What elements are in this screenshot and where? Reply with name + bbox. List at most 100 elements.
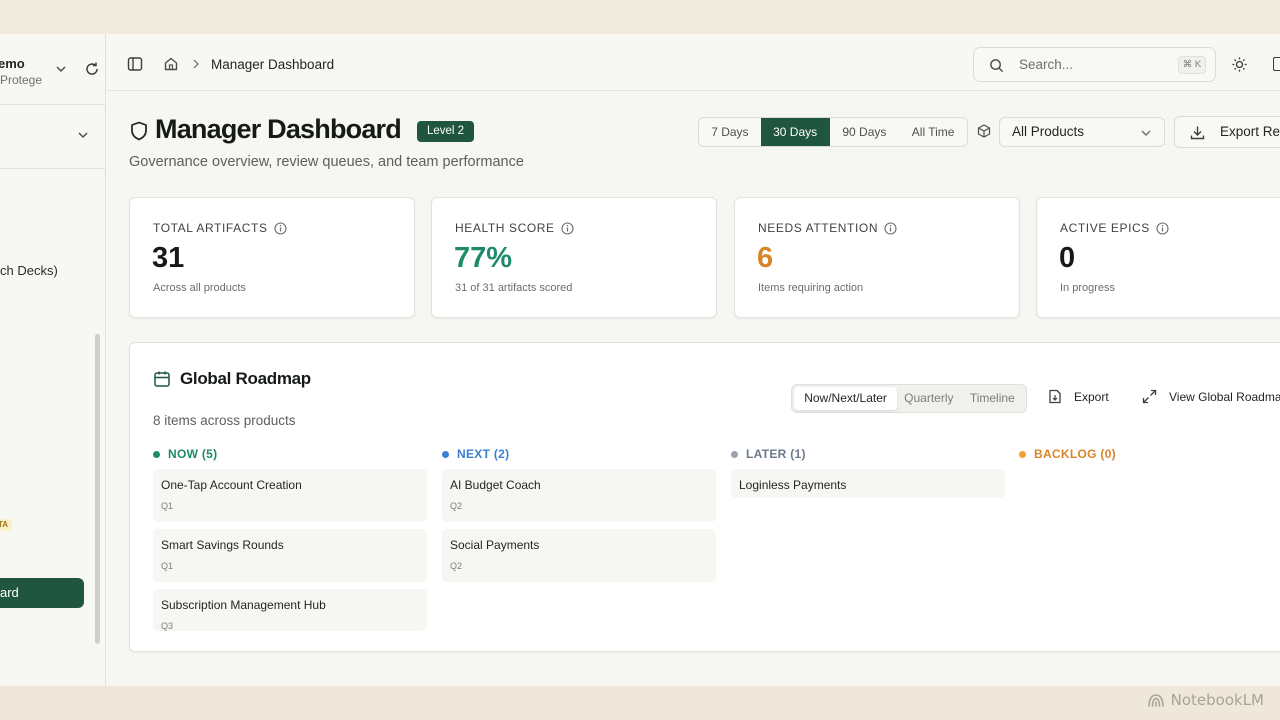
stat-label: TOTAL ARTIFACTS [153, 221, 287, 235]
export-report-label: Export Re [1220, 124, 1280, 139]
chevron-down-icon[interactable] [54, 62, 68, 76]
stat-label: ACTIVE EPICS [1060, 221, 1169, 235]
range-7-days[interactable]: 7 Days [699, 118, 761, 146]
stat-note: 31 of 31 artifacts scored [455, 282, 573, 294]
column-heading-now: NOW (5) [153, 447, 217, 461]
range-90-days[interactable]: 90 Days [830, 118, 900, 146]
roadmap-item-quarter: Q1 [161, 501, 174, 511]
shield-icon [131, 121, 147, 141]
stat-note: Across all products [153, 282, 246, 294]
chevron-right-icon [193, 59, 199, 69]
status-dot [1019, 450, 1026, 458]
stat-note: In progress [1060, 282, 1116, 294]
stat-label: NEEDS ATTENTION [758, 221, 897, 235]
page-subtitle: Governance overview, review queues, and … [129, 154, 524, 170]
sidebar-scrollbar[interactable] [95, 334, 100, 644]
search-icon [990, 59, 1004, 73]
view-global-roadmap-label: View Global Roadma [1169, 389, 1280, 404]
status-dot [153, 450, 160, 458]
expand-icon [1142, 389, 1157, 404]
workspace-subtitle: Protege [0, 73, 43, 87]
global-roadmap-card: Global Roadmap 8 items across products N… [129, 342, 1280, 652]
info-icon[interactable] [561, 221, 574, 235]
info-icon[interactable] [884, 221, 897, 235]
workspace-name[interactable]: emo [0, 56, 25, 71]
product-filter-select[interactable]: All Products [999, 117, 1165, 147]
sidebar-divider [0, 168, 106, 169]
roadmap-item-title: Subscription Management Hub [161, 598, 326, 612]
stat-card-active-epics: ACTIVE EPICS 0 In progress [1036, 197, 1280, 318]
file-download-icon [1049, 389, 1061, 404]
roadmap-item[interactable]: Loginless Payments [731, 469, 1005, 498]
status-dot [731, 450, 738, 458]
sidebar-divider [0, 104, 106, 105]
roadmap-item[interactable]: Social Payments Q2 [442, 529, 716, 582]
roadmap-item-quarter: Q3 [161, 621, 174, 631]
panel-icon[interactable] [1273, 57, 1280, 71]
calendar-icon [154, 371, 170, 387]
roadmap-item-quarter: Q2 [450, 501, 463, 511]
roadmap-item-count: 8 items across products [153, 413, 296, 428]
view-timeline[interactable]: Timeline [961, 387, 1024, 410]
page-title: Manager Dashboard [155, 114, 402, 144]
stat-value: 77% [454, 242, 513, 274]
roadmap-export-button[interactable]: Export [1048, 389, 1109, 404]
roadmap-item[interactable]: Subscription Management Hub Q3 [153, 589, 427, 631]
roadmap-item[interactable]: Smart Savings Rounds Q1 [153, 529, 427, 582]
view-now-next-later[interactable]: Now/Next/Later [794, 387, 898, 410]
column-heading-next: NEXT (2) [442, 447, 509, 461]
background-frame-bottom [0, 686, 1280, 720]
breadcrumb-current: Manager Dashboard [211, 57, 335, 72]
refresh-icon[interactable] [84, 61, 100, 77]
roadmap-item[interactable]: AI Budget Coach Q2 [442, 469, 716, 522]
sidebar-item-dashboard[interactable]: ard [0, 578, 84, 608]
range-all-time[interactable]: All Time [899, 118, 967, 146]
search-placeholder: Search... [1019, 57, 1074, 72]
sidebar-toggle-icon[interactable] [127, 56, 143, 72]
notebooklm-watermark: NotebookLM [1147, 690, 1264, 710]
notebooklm-logo-icon [1147, 694, 1164, 707]
download-icon [1190, 126, 1205, 140]
roadmap-item-title: AI Budget Coach [450, 478, 541, 492]
theme-toggle-sun-icon[interactable] [1231, 56, 1248, 73]
roadmap-view-toggle: Now/Next/Later Quarterly Timeline [791, 384, 1027, 413]
stat-card-needs-attention: NEEDS ATTENTION 6 Items requiring action [734, 197, 1020, 318]
date-range-selector: 7 Days 30 Days 90 Days All Time [698, 117, 968, 147]
stat-card-health-score: HEALTH SCORE 77% 31 of 31 artifacts scor… [431, 197, 717, 318]
stat-value: 0 [1059, 242, 1076, 274]
column-heading-later: LATER (1) [731, 447, 806, 461]
roadmap-item[interactable]: One-Tap Account Creation Q1 [153, 469, 427, 522]
keyboard-shortcut-badge: ⌘ K [1178, 56, 1206, 74]
beta-badge: TA [0, 519, 13, 531]
sidebar-item-pitch-decks[interactable]: ch Decks) [0, 263, 58, 278]
info-icon[interactable] [1156, 221, 1169, 235]
search-input[interactable]: Search... ⌘ K [973, 47, 1216, 82]
stat-note: Items requiring action [758, 282, 864, 294]
chevron-down-icon[interactable] [76, 128, 90, 142]
roadmap-item-title: Loginless Payments [739, 478, 847, 492]
stat-value: 6 [757, 242, 774, 274]
product-filter-value: All Products [1012, 124, 1085, 139]
roadmap-item-quarter: Q2 [450, 561, 463, 571]
roadmap-item-title: One-Tap Account Creation [161, 478, 302, 492]
export-report-button[interactable]: Export Re [1174, 116, 1280, 148]
roadmap-title: Global Roadmap [180, 369, 311, 388]
stat-value: 31 [152, 242, 185, 274]
background-frame-top [0, 0, 1280, 34]
level-badge: Level 2 [417, 121, 475, 142]
box-icon [977, 124, 991, 138]
view-global-roadmap-button[interactable]: View Global Roadma [1142, 389, 1280, 404]
stat-label: HEALTH SCORE [455, 221, 574, 235]
home-icon[interactable] [163, 56, 179, 72]
status-dot [442, 450, 449, 458]
roadmap-item-title: Smart Savings Rounds [161, 538, 284, 552]
roadmap-export-label: Export [1074, 389, 1109, 404]
view-quarterly[interactable]: Quarterly [897, 387, 960, 410]
range-30-days[interactable]: 30 Days [760, 118, 830, 146]
sidebar: emo Protege ch Decks) TA ard [0, 34, 106, 686]
top-bar: Manager Dashboard Search... ⌘ K [107, 34, 1280, 91]
roadmap-item-title: Social Payments [450, 538, 540, 552]
chevron-down-icon [1141, 130, 1151, 136]
info-icon[interactable] [274, 221, 287, 235]
stat-card-total-artifacts: TOTAL ARTIFACTS 31 Across all products [129, 197, 415, 318]
